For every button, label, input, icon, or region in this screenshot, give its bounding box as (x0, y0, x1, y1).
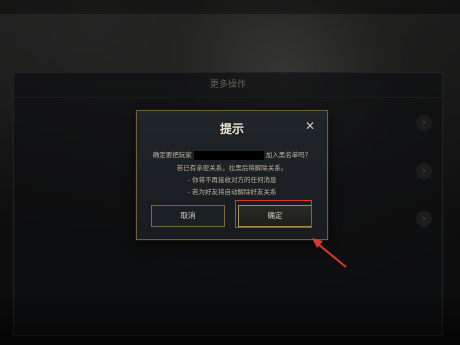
pointer-arrow-icon (312, 238, 347, 268)
